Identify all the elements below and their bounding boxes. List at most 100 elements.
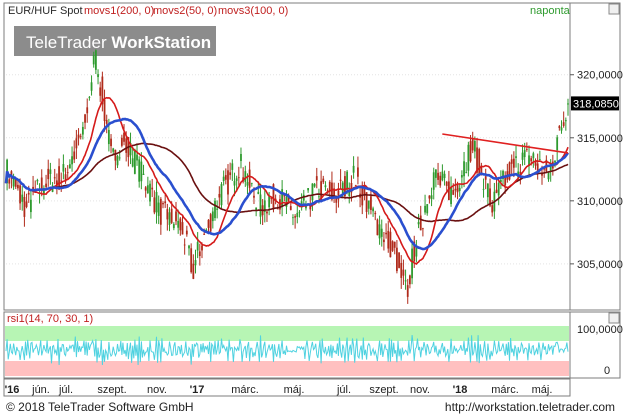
candle-body <box>346 171 348 190</box>
candle-body <box>512 158 515 168</box>
candle-body <box>222 176 225 181</box>
candle-body <box>94 50 97 70</box>
candle-body <box>183 244 186 246</box>
candle-body <box>90 82 93 91</box>
candle-body <box>246 182 249 186</box>
candle-body <box>79 135 82 137</box>
candle-body <box>153 197 156 213</box>
pane-close-icon[interactable] <box>608 3 620 15</box>
candle-body <box>411 248 413 279</box>
candle-body <box>118 157 121 159</box>
price-tick-label: 320,0000 <box>577 70 623 82</box>
candle-body <box>120 137 123 146</box>
indicator-ma-200-label[interactable]: movs1(200, 0) <box>84 5 154 17</box>
candle-body <box>380 228 383 237</box>
candle-body <box>424 205 426 213</box>
candle-body <box>17 184 19 189</box>
candle-body <box>259 194 262 217</box>
candle-body <box>97 74 99 78</box>
candle-body <box>510 159 513 164</box>
indicator-ma-50-label[interactable]: movs2(50, 0) <box>153 5 217 17</box>
candle-body <box>567 103 569 105</box>
candle-body <box>318 196 320 198</box>
candle-body <box>486 183 489 198</box>
candle-body <box>530 158 533 162</box>
candle-body <box>30 199 32 213</box>
candle-body <box>547 172 550 180</box>
candle-body <box>250 182 253 184</box>
candle-body <box>86 107 89 114</box>
chart-canvas: TeleTrader WorkStation EUR/HUF Spot movs… <box>0 0 624 416</box>
candle-body <box>140 161 143 182</box>
candle-body <box>523 150 526 158</box>
candle-body <box>188 245 190 249</box>
indicator-ma-100-label[interactable]: movs3(100, 0) <box>218 5 288 17</box>
candle-body <box>443 173 446 179</box>
current-value-text: 318,0850 <box>573 98 619 110</box>
candle-body <box>224 175 227 180</box>
candle-body <box>257 191 260 195</box>
footer-url-link[interactable]: http://workstation.teletrader.com <box>445 400 615 414</box>
candle-body <box>391 241 394 251</box>
candle-body <box>482 188 485 190</box>
candle-body <box>437 172 439 180</box>
candle-body <box>144 187 147 191</box>
period-label[interactable]: naponta <box>530 5 571 17</box>
time-axis-label: '18 <box>453 384 468 396</box>
rsi-overbought-zone <box>5 326 569 341</box>
candle-body <box>383 239 385 243</box>
candle-body <box>164 201 167 204</box>
price-tick-label: 310,0000 <box>577 196 623 208</box>
candle-body <box>538 159 541 160</box>
rsi-label[interactable]: rsi1(14, 70, 30, 1) <box>7 313 93 325</box>
time-axis-label: nov. <box>410 384 430 396</box>
time-axis-label: márc. <box>231 384 259 396</box>
candle-body <box>170 208 173 223</box>
candle-body <box>339 179 342 181</box>
candle-body <box>229 172 232 176</box>
time-axis-label: júl. <box>58 384 73 396</box>
candle-body <box>218 193 221 198</box>
candle-body <box>296 212 299 217</box>
candle-body <box>84 114 86 123</box>
candle-body <box>471 138 474 151</box>
candle-body <box>430 195 433 200</box>
candle-body <box>149 183 151 202</box>
candle-body <box>450 186 452 205</box>
candle-body <box>328 181 331 191</box>
candle-body <box>426 204 429 214</box>
candle-body <box>166 209 169 220</box>
candle-body <box>400 262 403 278</box>
candle-body <box>367 200 370 209</box>
candle-body <box>452 190 455 195</box>
time-axis-label: júl. <box>336 384 351 396</box>
candle-body <box>40 177 43 191</box>
instrument-label[interactable]: EUR/HUF Spot <box>8 5 83 17</box>
candle-body <box>133 150 136 174</box>
time-axis-label: máj. <box>284 384 305 396</box>
candle-body <box>525 149 528 150</box>
candle-body <box>175 211 177 222</box>
time-axis-label: márc. <box>491 384 519 396</box>
candle-body <box>294 216 297 218</box>
candle-body <box>558 126 561 129</box>
candle-body <box>71 156 73 165</box>
candle-body <box>19 185 21 204</box>
candle-body <box>266 211 268 214</box>
rsi-pane-close-icon[interactable] <box>608 312 620 324</box>
candle-body <box>151 187 154 190</box>
candle-body <box>27 192 30 195</box>
candle-body <box>190 248 193 273</box>
candle-body <box>103 99 106 121</box>
candle-body <box>469 141 472 162</box>
candle-body <box>467 144 470 171</box>
candle-body <box>491 205 494 213</box>
candle-body <box>458 187 461 192</box>
candle-body <box>560 127 563 131</box>
candle-body <box>376 219 379 236</box>
candle-body <box>357 167 359 177</box>
candle-body <box>155 191 158 213</box>
candle-body <box>292 217 294 219</box>
candle-body <box>255 207 258 210</box>
rsi-oversold-zone <box>5 361 569 376</box>
